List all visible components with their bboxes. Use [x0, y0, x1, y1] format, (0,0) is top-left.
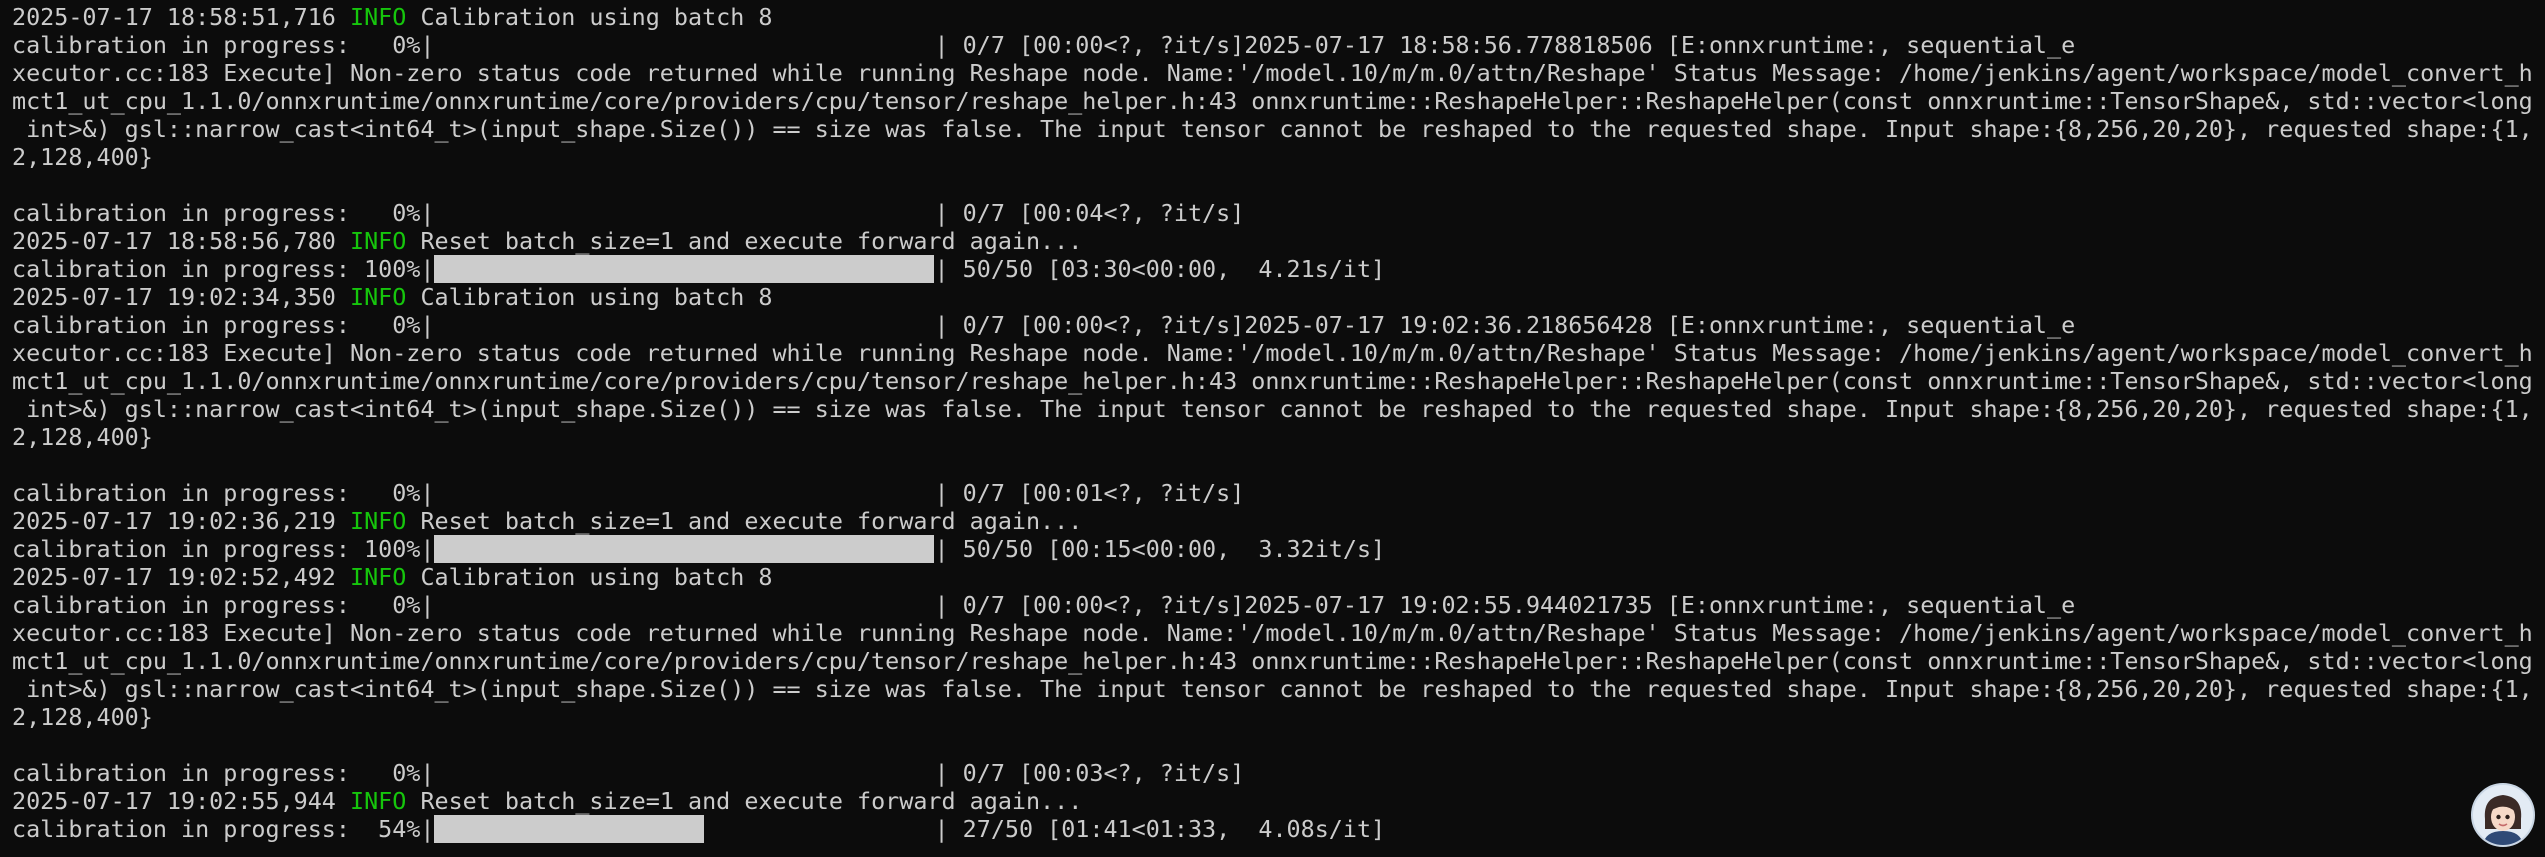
progress-line: calibration in progress: 0%| | 0/7 [00:00…	[12, 311, 2545, 339]
line-text: mct1_ut_cpu_1.1.0/onnxruntime/onnxruntim…	[12, 87, 2533, 115]
line-text: int>&) gsl::narrow_cast<int64_t>(input_s…	[12, 115, 2533, 143]
line-text: xecutor.cc:183 Execute] Non-zero status …	[12, 59, 2533, 87]
progress-label: calibration in progress: 0%|	[12, 199, 435, 227]
progress-status: | 0/7 [00:00<?, ?it/s]2025-07-17 18:58:5…	[934, 31, 2076, 59]
progress-bar	[434, 535, 935, 563]
log-level-info: INFO	[350, 787, 407, 815]
progress-label: calibration in progress: 0%|	[12, 31, 435, 59]
log-level-info: INFO	[350, 507, 407, 535]
line-text: mct1_ut_cpu_1.1.0/onnxruntime/onnxruntim…	[12, 367, 2533, 395]
error-text-line: xecutor.cc:183 Execute] Non-zero status …	[12, 339, 2545, 367]
progress-label: calibration in progress: 0%|	[12, 759, 435, 787]
line-text: 2,128,400}	[12, 143, 153, 171]
progress-bar-fill	[434, 815, 705, 843]
progress-line: calibration in progress: 100%| | 50/50 [0…	[12, 535, 2545, 563]
progress-line: calibration in progress: 54%| | 27/50 [01…	[12, 815, 2545, 843]
progress-label: calibration in progress: 100%|	[12, 255, 435, 283]
progress-status: | 50/50 [03:30<00:00, 4.21s/it]	[934, 255, 1386, 283]
log-message: Reset batch_size=1 and execute forward a…	[420, 787, 1083, 815]
error-text-line: int>&) gsl::narrow_cast<int64_t>(input_s…	[12, 115, 2545, 143]
error-text-line: xecutor.cc:183 Execute] Non-zero status …	[12, 619, 2545, 647]
progress-status: | 0/7 [00:04<?, ?it/s]	[934, 199, 1245, 227]
log-level-info: INFO	[350, 283, 407, 311]
progress-bar-fill	[434, 535, 935, 563]
progress-label: calibration in progress: 54%|	[12, 815, 435, 843]
progress-line: calibration in progress: 100%| | 50/50 [0…	[12, 255, 2545, 283]
progress-bar	[434, 591, 934, 619]
avatar-illustration	[2473, 785, 2533, 845]
error-text-line: 2,128,400}	[12, 703, 2545, 731]
log-message: Calibration using batch 8	[420, 563, 773, 591]
progress-status: | 27/50 [01:41<01:33, 4.08s/it]	[934, 815, 1386, 843]
log-message: Reset batch_size=1 and execute forward a…	[420, 507, 1083, 535]
log-timestamp: 2025-07-17 19:02:52,492	[12, 563, 336, 591]
line-text: int>&) gsl::narrow_cast<int64_t>(input_s…	[12, 395, 2533, 423]
progress-bar-fill	[434, 255, 935, 283]
line-text: 2,128,400}	[12, 423, 153, 451]
progress-line: calibration in progress: 0%| | 0/7 [00:03…	[12, 759, 2545, 787]
error-text-line: 2,128,400}	[12, 143, 2545, 171]
progress-line: calibration in progress: 0%| | 0/7 [00:01…	[12, 479, 2545, 507]
line-text: mct1_ut_cpu_1.1.0/onnxruntime/onnxruntim…	[12, 647, 2533, 675]
error-text-line: xecutor.cc:183 Execute] Non-zero status …	[12, 59, 2545, 87]
progress-label: calibration in progress: 0%|	[12, 591, 435, 619]
progress-status: | 0/7 [00:00<?, ?it/s]2025-07-17 19:02:3…	[934, 311, 2076, 339]
log-timestamp: 2025-07-17 18:58:51,716	[12, 3, 336, 31]
log-message: Calibration using batch 8	[420, 283, 773, 311]
progress-bar	[434, 759, 934, 787]
log-timestamp: 2025-07-17 19:02:55,944	[12, 787, 336, 815]
progress-line: calibration in progress: 0%| | 0/7 [00:00…	[12, 591, 2545, 619]
line-text: int>&) gsl::narrow_cast<int64_t>(input_s…	[12, 675, 2533, 703]
error-text-line: 2,128,400}	[12, 423, 2545, 451]
log-message: Calibration using batch 8	[420, 3, 773, 31]
log-level-info: INFO	[350, 3, 407, 31]
progress-status: | 0/7 [00:00<?, ?it/s]2025-07-17 19:02:5…	[934, 591, 2076, 619]
error-text-line: mct1_ut_cpu_1.1.0/onnxruntime/onnxruntim…	[12, 367, 2545, 395]
error-text-line: mct1_ut_cpu_1.1.0/onnxruntime/onnxruntim…	[12, 87, 2545, 115]
log-level-info: INFO	[350, 563, 407, 591]
log-line: 2025-07-17 19:02:52,492 INFO Calibration…	[12, 563, 2545, 591]
terminal-window[interactable]: 2025-07-17 18:58:51,716 INFO Calibration…	[0, 0, 2545, 857]
error-text-line: int>&) gsl::narrow_cast<int64_t>(input_s…	[12, 675, 2545, 703]
progress-status: | 0/7 [00:01<?, ?it/s]	[934, 479, 1245, 507]
log-message: Reset batch_size=1 and execute forward a…	[420, 227, 1083, 255]
progress-status: | 50/50 [00:15<00:00, 3.32it/s]	[934, 535, 1386, 563]
progress-line: calibration in progress: 0%| | 0/7 [00:04…	[12, 199, 2545, 227]
error-text-line: int>&) gsl::narrow_cast<int64_t>(input_s…	[12, 395, 2545, 423]
log-line: 2025-07-17 19:02:55,944 INFO Reset batch…	[12, 787, 2545, 815]
progress-bar	[434, 31, 934, 59]
progress-label: calibration in progress: 0%|	[12, 311, 435, 339]
log-line: 2025-07-17 19:02:34,350 INFO Calibration…	[12, 283, 2545, 311]
log-level-info: INFO	[350, 227, 407, 255]
progress-bar	[434, 479, 934, 507]
line-text: 2,128,400}	[12, 703, 153, 731]
progress-bar	[434, 199, 934, 227]
progress-line: calibration in progress: 0%| | 0/7 [00:00…	[12, 31, 2545, 59]
progress-bar	[434, 311, 934, 339]
log-timestamp: 2025-07-17 19:02:36,219	[12, 507, 336, 535]
log-line: 2025-07-17 18:58:51,716 INFO Calibration…	[12, 3, 2545, 31]
log-line: 2025-07-17 19:02:36,219 INFO Reset batch…	[12, 507, 2545, 535]
log-line: 2025-07-17 18:58:56,780 INFO Reset batch…	[12, 227, 2545, 255]
progress-label: calibration in progress: 0%|	[12, 479, 435, 507]
user-avatar-icon[interactable]	[2471, 783, 2535, 847]
progress-status: | 0/7 [00:03<?, ?it/s]	[934, 759, 1245, 787]
line-text: xecutor.cc:183 Execute] Non-zero status …	[12, 619, 2533, 647]
error-text-line: mct1_ut_cpu_1.1.0/onnxruntime/onnxruntim…	[12, 647, 2545, 675]
log-timestamp: 2025-07-17 19:02:34,350	[12, 283, 336, 311]
progress-label: calibration in progress: 100%|	[12, 535, 435, 563]
progress-bar	[434, 815, 934, 843]
line-text: xecutor.cc:183 Execute] Non-zero status …	[12, 339, 2533, 367]
log-timestamp: 2025-07-17 18:58:56,780	[12, 227, 336, 255]
progress-bar	[434, 255, 935, 283]
